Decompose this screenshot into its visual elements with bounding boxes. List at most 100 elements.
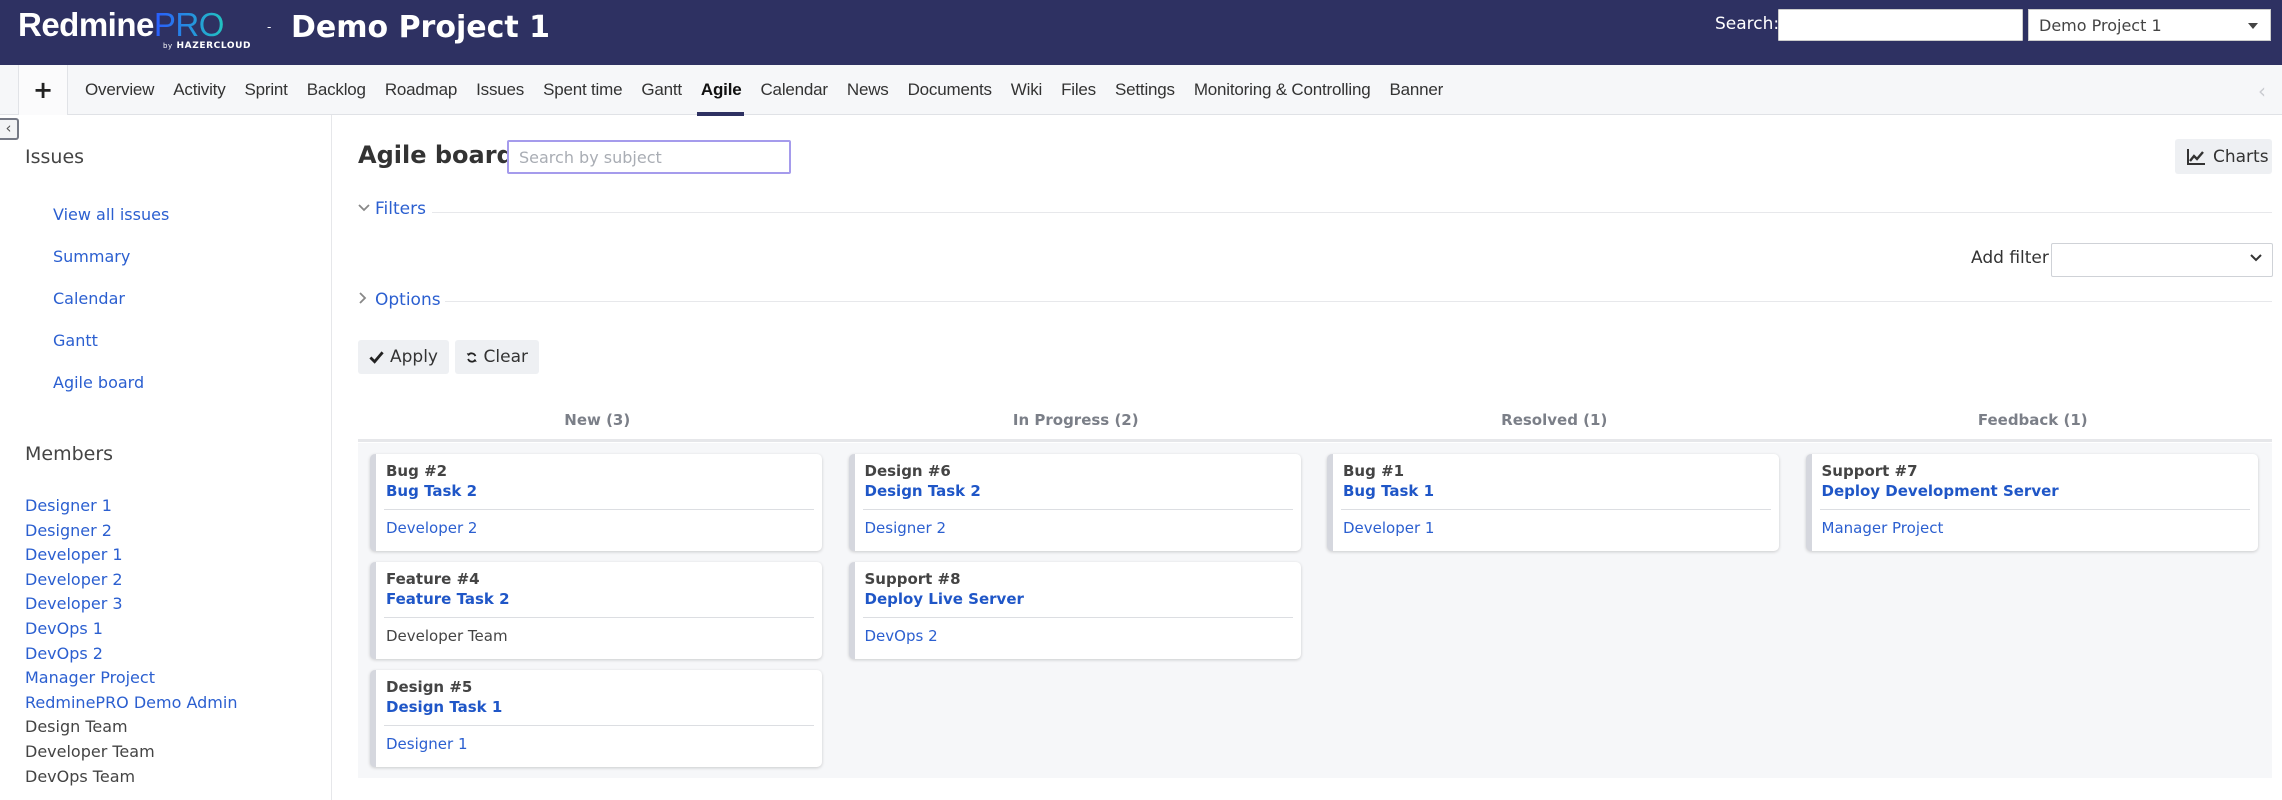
tab-files[interactable]: Files [1051,65,1105,115]
issue-tracker-id: Design #5 [386,678,473,696]
issue-assignee[interactable]: Designer 1 [386,735,468,753]
sidebar-issue-links: View all issues Summary Calendar Gantt Agile… [53,205,169,415]
sidebar: ‹ Issues View all issues Summary Calendar G… [0,115,332,800]
tab-documents[interactable]: Documents [898,65,1001,115]
sidebar-link-agile-board[interactable]: Agile board [53,373,169,415]
redminepro-logo[interactable]: RedminePRO by HAZERCLOUD [18,8,250,58]
board-column: Bug #2 Bug Task 2 Developer 2 Feature #4 Fea… [358,443,837,778]
member-group: DevOps Team [25,766,136,786]
tab-issues[interactable]: Issues [466,65,533,115]
tab-backlog[interactable]: Backlog [297,65,375,115]
issue-subject-link[interactable]: Feature Task 2 [386,590,510,608]
refresh-icon [466,351,477,363]
caret-down-icon [2248,23,2258,29]
issue-card[interactable]: Support #8 Deploy Live Server DevOps 2 [848,562,1301,659]
issue-card[interactable]: Support #7 Deploy Development Server Manag… [1805,454,2258,551]
member-link[interactable]: Manager Project [25,666,237,691]
member-link[interactable]: Designer 2 [25,519,237,544]
sidebar-link-calendar[interactable]: Calendar [53,289,169,331]
member-link[interactable]: DevOps 2 [25,642,237,667]
issue-card[interactable]: Design #5 Design Task 1 Designer 1 [370,670,822,767]
issue-assignee[interactable]: DevOps 2 [865,627,938,645]
options-divider [445,301,2272,302]
board-column-headers: New (3) In Progress (2) Resolved (1) Feedba… [358,405,2272,442]
tab-activity[interactable]: Activity [163,65,234,115]
sidebar-link-gantt[interactable]: Gantt [53,331,169,373]
tab-banner[interactable]: Banner [1379,65,1452,115]
issue-assignee[interactable]: Manager Project [1822,519,1944,537]
sidebar-toggle-button[interactable]: ‹ [0,118,19,140]
column-header: New (3) [564,411,631,429]
line-chart-icon [2187,148,2205,165]
logo-company-text: HAZERCLOUD [176,41,252,51]
project-tabs: Overview Activity Sprint Backlog Roadmap Issu… [75,65,1452,116]
tab-settings[interactable]: Settings [1105,65,1184,115]
issue-subject-link[interactable]: Deploy Live Server [865,590,1024,608]
member-link[interactable]: Developer 2 [25,568,237,593]
logo-separator: - [267,20,272,34]
tab-spent-time[interactable]: Spent time [533,65,631,115]
member-link[interactable]: DevOps 1 [25,617,237,642]
issue-subject-link[interactable]: Design Task 2 [865,482,981,500]
project-select-value: Demo Project 1 [2039,16,2162,35]
tab-wiki[interactable]: Wiki [1001,65,1051,115]
sidebar-link-summary[interactable]: Summary [53,247,169,289]
clear-button[interactable]: Clear [455,340,539,374]
chevron-right-icon [358,292,370,308]
board-column: Bug #1 Bug Task 1 Developer 1 [1315,443,1794,778]
tab-roadmap[interactable]: Roadmap [375,65,466,115]
chevron-down-icon [2250,252,2262,267]
issue-card[interactable]: Design #6 Design Task 2 Designer 2 [848,454,1301,551]
charts-button[interactable]: Charts [2175,139,2272,174]
add-filter-label: Add filter [1971,248,2049,268]
charts-label: Charts [2213,146,2269,167]
issue-assignee[interactable]: Developer 1 [1343,519,1434,537]
column-header: Resolved (1) [1501,411,1608,429]
member-link[interactable]: Designer 1 [25,494,237,519]
card-divider [384,509,814,510]
issue-subject-link[interactable]: Deploy Development Server [1822,482,2059,500]
member-group: Developer Team [25,741,155,761]
new-object-button[interactable]: + [18,65,68,115]
filters-toggle[interactable]: Filters [358,199,426,219]
issue-assignee[interactable]: Designer 2 [865,519,947,537]
sidebar-link-view-all-issues[interactable]: View all issues [53,205,169,247]
member-link[interactable]: Developer 3 [25,592,237,617]
issue-subject-link[interactable]: Bug Task 1 [1343,482,1434,500]
menu-scroll-left-icon[interactable]: ‹ [2258,79,2266,103]
issue-assignee[interactable]: Developer 2 [386,519,477,537]
issue-tracker-id: Support #7 [1821,462,1918,480]
filters-divider [432,212,2272,213]
tab-monitoring-controlling[interactable]: Monitoring & Controlling [1184,65,1380,115]
project-jump-select[interactable]: Demo Project 1 [2028,9,2271,41]
clear-label: Clear [483,347,528,367]
options-toggle[interactable]: Options [358,290,441,310]
add-filter-select[interactable] [2051,243,2273,277]
card-divider [862,617,1293,618]
chevron-down-icon [358,201,370,217]
issue-card[interactable]: Feature #4 Feature Task 2 Developer Team [370,562,822,659]
search-label: Search: [1715,14,1780,34]
issue-subject-link[interactable]: Bug Task 2 [386,482,477,500]
tab-agile[interactable]: Agile [691,65,751,116]
member-link[interactable]: Developer 1 [25,543,237,568]
issue-card[interactable]: Bug #2 Bug Task 2 Developer 2 [370,454,822,551]
tab-sprint[interactable]: Sprint [235,65,297,115]
sidebar-members-heading: Members [25,443,114,465]
subject-search-input[interactable] [507,140,791,174]
checkmark-icon [369,351,384,364]
tab-calendar[interactable]: Calendar [750,65,836,115]
filters-label: Filters [375,199,426,219]
agile-board: Bug #2 Bug Task 2 Developer 2 Feature #4 Fea… [358,443,2272,778]
tab-news[interactable]: News [837,65,898,115]
sidebar-issues-heading: Issues [25,146,85,168]
issue-subject-link[interactable]: Design Task 1 [386,698,502,716]
member-link[interactable]: RedminePRO Demo Admin [25,691,237,716]
apply-button[interactable]: Apply [358,340,449,374]
global-search-input[interactable] [1778,9,2023,41]
tab-gantt[interactable]: Gantt [631,65,691,115]
tab-overview[interactable]: Overview [75,65,163,115]
board-column: Design #6 Design Task 2 Designer 2 Support … [837,443,1316,778]
issue-card[interactable]: Bug #1 Bug Task 1 Developer 1 [1327,454,1779,551]
page-title: Agile board [358,141,514,169]
